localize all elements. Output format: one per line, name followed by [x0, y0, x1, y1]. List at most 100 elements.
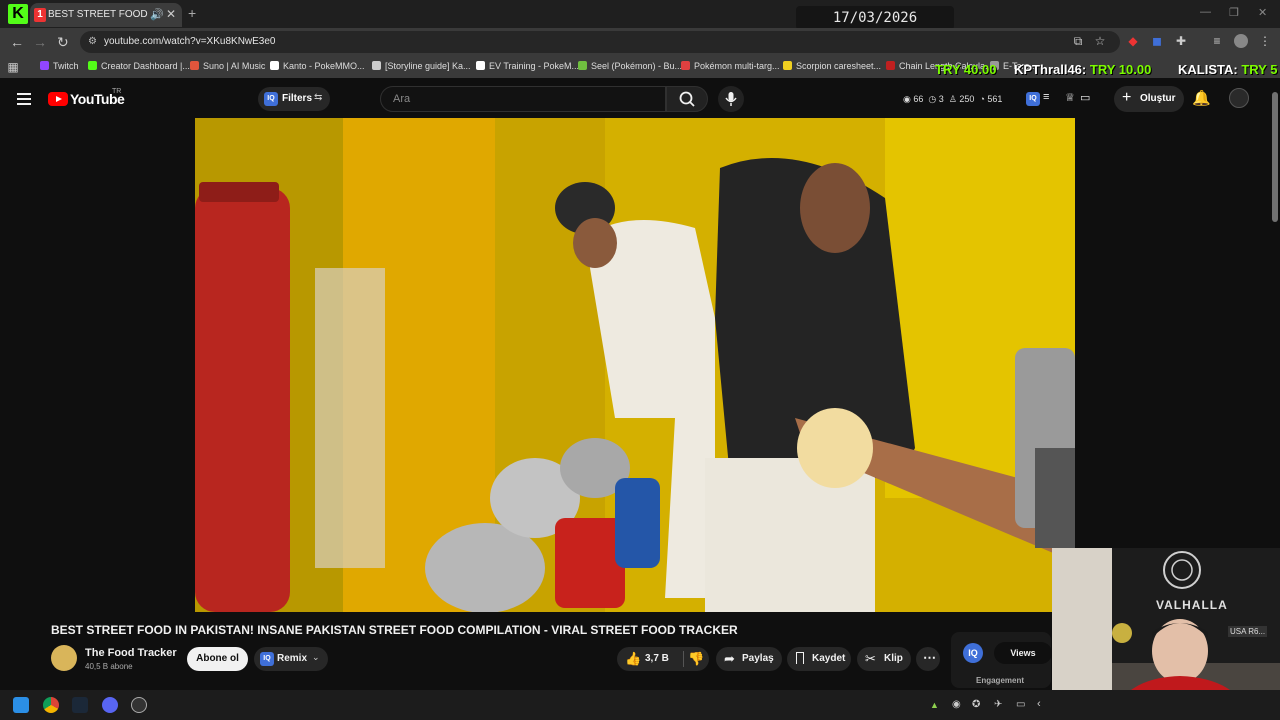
bookmark-item[interactable]: Creator Dashboard |...: [88, 61, 190, 71]
chat-icon[interactable]: ▭: [1080, 91, 1090, 104]
save-button[interactable]: Kaydet: [787, 647, 851, 671]
filters-button[interactable]: IQ Filters ⇆: [258, 87, 330, 111]
steam-icon[interactable]: [72, 697, 88, 713]
obs-icon[interactable]: [131, 697, 147, 713]
iq-extension-icon[interactable]: IQ: [1026, 92, 1040, 106]
stat-users: 250: [959, 94, 975, 104]
channel-avatar[interactable]: [51, 645, 77, 671]
bookmark-favicon-icon: [681, 61, 690, 70]
clock-icon: ◔: [979, 94, 985, 104]
bookmark-favicon-icon: [783, 61, 792, 70]
bookmark-label: [Storyline guide] Ka...: [385, 61, 471, 71]
trophy-icon[interactable]: ♕: [1065, 91, 1075, 104]
minimize-icon[interactable]: —: [1200, 6, 1211, 18]
extension-iq-icon[interactable]: ◼: [1150, 34, 1164, 48]
tray-discord-icon[interactable]: ◉: [952, 699, 961, 710]
forward-icon[interactable]: →: [33, 34, 47, 50]
back-icon[interactable]: ←: [10, 34, 24, 50]
channel-name[interactable]: The Food Tracker: [85, 647, 177, 659]
browser-tab-active[interactable]: 1 BEST STREET FOOD IN PAKISTAN! INSANE P…: [30, 3, 182, 27]
close-icon[interactable]: ✕: [166, 7, 176, 21]
hamburger-menu-icon[interactable]: [17, 93, 31, 108]
clip-button[interactable]: ✂ Klip: [857, 647, 911, 671]
page-scrollbar[interactable]: [1272, 92, 1278, 222]
iq-remix-icon: IQ: [260, 652, 274, 666]
windows-taskbar: ▲ ◉ ✪ ✈ ▭ ‹: [0, 690, 1280, 720]
donor-name: KPThrall46:: [1014, 62, 1087, 77]
profile-avatar-icon[interactable]: [1234, 34, 1248, 48]
maximize-icon[interactable]: ❐: [1229, 6, 1239, 19]
bookmark-favicon-icon: [578, 61, 587, 70]
subscribe-button[interactable]: Abone ol: [187, 647, 248, 671]
clock-overlay: 17/03/2026 01:09:23: [796, 6, 954, 50]
banner-text: VALHALLA: [1156, 598, 1228, 612]
like-count[interactable]: 3,7 B: [645, 653, 669, 664]
bookmark-item[interactable]: Scorpion caresheet...: [783, 61, 881, 71]
search-input[interactable]: Ara: [380, 86, 666, 112]
address-bar[interactable]: ⚙ youtube.com/watch?v=XKu8KNwE3e0: [80, 31, 1120, 53]
new-tab-icon[interactable]: +: [188, 5, 196, 21]
browser-tab-bar: K 1 BEST STREET FOOD IN PAKISTAN! INSANE…: [0, 0, 1280, 50]
install-app-icon[interactable]: ⧉: [1071, 34, 1085, 48]
bookmark-item[interactable]: EV Training - PokeM...: [476, 61, 579, 71]
user-icon: ♙: [948, 94, 957, 104]
tray-settings-icon[interactable]: ✪: [972, 699, 980, 710]
bookmark-label: EV Training - PokeM...: [489, 61, 580, 71]
clip-label: Klip: [884, 653, 903, 664]
create-button[interactable]: + Oluştur: [1114, 86, 1184, 112]
bookmark-star-icon[interactable]: ☆: [1093, 34, 1107, 48]
donation-overlay-kalista: KALISTA: TRY 5: [1178, 62, 1277, 77]
notifications-bell-icon[interactable]: 🔔: [1192, 89, 1211, 107]
youtube-logo-icon[interactable]: [48, 92, 68, 106]
tab-title: BEST STREET FOOD IN PAKISTAN! INSANE PAK…: [48, 9, 148, 20]
discord-icon[interactable]: [102, 697, 118, 713]
account-avatar[interactable]: [1229, 88, 1249, 108]
media-control-icon[interactable]: ≡: [1210, 34, 1224, 48]
remix-label: Remix: [277, 653, 308, 664]
tray-network-icon[interactable]: ▲: [930, 700, 939, 710]
bookmark-item[interactable]: Pokémon multi-targ...: [681, 61, 780, 71]
bookmark-item[interactable]: Seel (Pokémon) - Bu...: [578, 61, 682, 71]
tray-chevron-icon[interactable]: ‹: [1037, 698, 1041, 710]
share-button[interactable]: ➦ Paylaş: [716, 647, 782, 671]
kick-icon[interactable]: K: [8, 4, 28, 24]
site-info-icon[interactable]: ⚙: [88, 36, 97, 47]
tray-display-icon[interactable]: ▭: [1016, 699, 1025, 710]
chrome-menu-icon[interactable]: ⋮: [1258, 34, 1272, 48]
reload-icon[interactable]: ↻: [57, 34, 69, 51]
list-icon[interactable]: ≡: [1043, 91, 1049, 103]
windows-start-icon[interactable]: [13, 697, 29, 713]
search-button[interactable]: [666, 86, 708, 112]
bookmark-favicon-icon: [270, 61, 279, 70]
kalista-amount: TRY 5: [1241, 62, 1278, 77]
bookmark-item[interactable]: Kanto - PokeMMO...: [270, 61, 365, 71]
donor-amount: TRY 10.00: [1089, 62, 1152, 77]
voice-search-button[interactable]: [718, 86, 744, 112]
bookmark-label: Creator Dashboard |...: [101, 61, 190, 71]
apps-grid-icon[interactable]: ▦: [6, 60, 20, 74]
iq-badge-icon: IQ: [264, 92, 278, 106]
video-player[interactable]: [195, 118, 1075, 612]
url-text: youtube.com/watch?v=XKu8KNwE3e0: [104, 36, 276, 47]
remix-button[interactable]: IQ Remix ⌄: [254, 647, 328, 671]
more-actions-button[interactable]: ⋯: [916, 647, 940, 671]
bookmark-item[interactable]: Twitch: [40, 61, 79, 71]
bookmark-favicon-icon: [886, 61, 895, 70]
bookmark-icon: [796, 652, 804, 664]
tray-app-icon[interactable]: ✈: [994, 699, 1002, 710]
filters-label: Filters: [282, 93, 313, 104]
extension-adblock-icon[interactable]: ◆: [1126, 34, 1140, 48]
engagement-label[interactable]: Engagement: [976, 676, 1024, 685]
iq-panel-icon[interactable]: IQ: [963, 643, 983, 663]
bookmark-item[interactable]: [Storyline guide] Ka...: [372, 61, 471, 71]
bookmark-label: Pokémon multi-targ...: [694, 61, 780, 71]
extensions-icon[interactable]: ✚: [1174, 34, 1188, 48]
country-code: TR: [112, 88, 122, 95]
views-toggle-button[interactable]: Views: [994, 642, 1052, 664]
chrome-icon[interactable]: [43, 697, 59, 713]
window-close-icon[interactable]: ✕: [1258, 6, 1267, 19]
dislike-icon[interactable]: 👎: [688, 651, 704, 667]
bookmark-item[interactable]: Suno | AI Music: [190, 61, 265, 71]
like-icon[interactable]: 👍: [625, 651, 641, 667]
speaker-icon[interactable]: 🔊: [150, 8, 164, 21]
